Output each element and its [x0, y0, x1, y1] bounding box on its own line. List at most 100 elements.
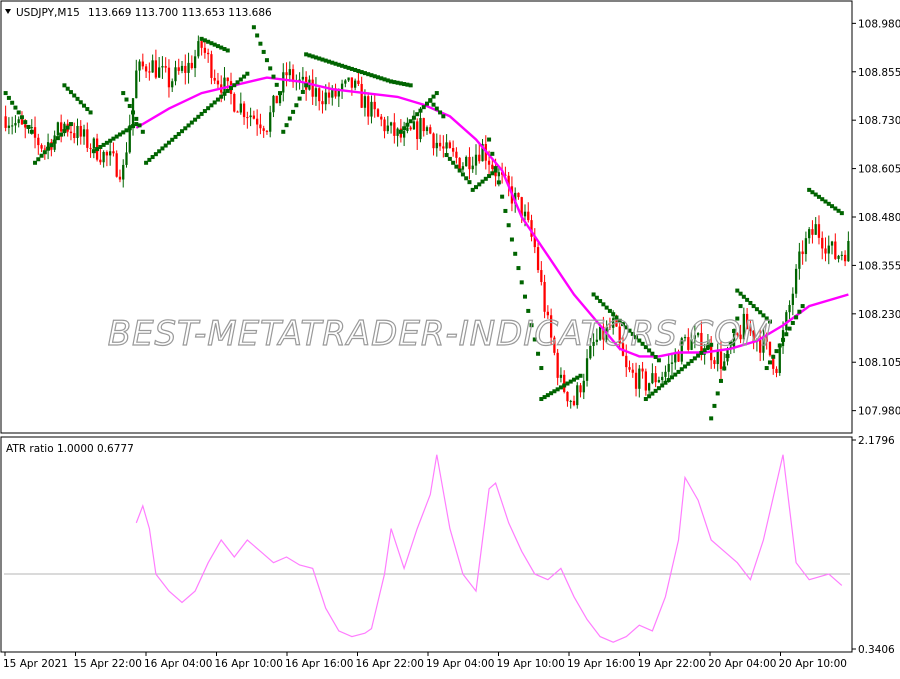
sub-panel-frame[interactable]: [0, 436, 853, 653]
psar-dot: [509, 237, 514, 242]
price-tick-label: 108.855: [858, 67, 900, 79]
candle-body: [834, 241, 837, 259]
psar-dot: [487, 137, 492, 142]
candle-body: [272, 95, 275, 113]
candle-body: [269, 112, 272, 132]
candle-body: [357, 80, 360, 84]
psar-dot: [258, 41, 263, 46]
psar-dot: [124, 97, 129, 102]
chart-canvas[interactable]: BEST-METATRADER-INDICATORS.COM USDJPY,M1…: [0, 0, 900, 675]
time-tick-label: 15 Apr 2021: [3, 658, 68, 670]
candle-body: [491, 164, 494, 169]
candle-body: [20, 119, 24, 125]
candle-body: [37, 137, 40, 146]
candle-body: [527, 211, 530, 221]
candle-body: [167, 67, 171, 88]
candle-body: [474, 154, 478, 166]
psar-dot: [16, 110, 21, 115]
candle-body: [282, 72, 285, 93]
candle-body: [69, 131, 73, 134]
psar-dot: [725, 353, 730, 358]
psar-dot: [55, 136, 60, 141]
candle-body: [837, 255, 840, 259]
price-tick-label: 108.980: [858, 18, 900, 30]
candle-body: [814, 224, 817, 235]
psar-dot: [294, 103, 299, 108]
candle-body: [432, 133, 435, 149]
candle-body: [376, 109, 380, 117]
candle-body: [207, 52, 210, 55]
psar-dot: [42, 150, 47, 155]
candle: [115, 150, 118, 178]
price-tick-label: 108.730: [858, 115, 900, 127]
candle-body: [17, 119, 20, 124]
psar-dot: [790, 320, 795, 325]
psar-dot: [274, 82, 279, 87]
candle: [376, 108, 380, 118]
candle-body: [135, 70, 138, 99]
candle-body: [102, 151, 105, 163]
price-axis: 108.980 108.855 108.730 108.605 108.480 108.3…: [852, 18, 900, 418]
psar-dot: [438, 110, 443, 115]
candle-body: [33, 127, 37, 138]
chart-window: BEST-METATRADER-INDICATORS.COM USDJPY,M1…: [0, 0, 900, 675]
candle-body: [233, 93, 236, 112]
psar-dot: [6, 95, 11, 100]
psar-dot: [444, 153, 449, 158]
candle-body: [187, 62, 190, 73]
candle-body: [246, 117, 249, 119]
candle-body: [409, 127, 412, 130]
candle-body: [363, 96, 367, 108]
psar-dot: [578, 373, 583, 378]
candle-body: [115, 153, 118, 177]
candle-body: [634, 372, 638, 389]
candle-body: [804, 238, 808, 255]
candle-body: [79, 125, 82, 137]
psar-dot: [59, 132, 64, 137]
candle-body: [321, 101, 324, 105]
candle-body: [386, 125, 389, 132]
price-tick-label: 108.230: [858, 309, 900, 321]
psar-dot: [839, 211, 844, 216]
psar-dot: [451, 160, 456, 165]
psar-dot: [787, 326, 792, 331]
psar-dot: [13, 105, 18, 110]
psar-dot: [408, 119, 413, 124]
psar-dot: [434, 106, 439, 111]
candle-body: [350, 77, 354, 88]
price-tick-label: 108.355: [858, 260, 900, 272]
psar-dot: [464, 176, 469, 181]
candle: [233, 92, 236, 113]
psar-dot: [522, 294, 527, 299]
psar-dot: [49, 143, 54, 148]
candle-body: [821, 237, 824, 249]
candle-body: [419, 118, 422, 140]
candle-body: [223, 77, 226, 93]
candle-body: [393, 122, 396, 136]
psar-dot: [134, 116, 139, 121]
candle-body: [641, 368, 644, 372]
candle-body: [801, 251, 804, 255]
candle-body: [213, 77, 216, 81]
psar-dot: [39, 153, 44, 158]
candle-body: [56, 122, 60, 136]
candle-body: [445, 142, 448, 149]
price-tick-label: 108.105: [858, 357, 900, 369]
psar-dot: [264, 58, 269, 63]
candle-body: [843, 254, 847, 262]
psar-dot: [52, 139, 57, 144]
candle-body: [824, 248, 827, 254]
psar-dot: [415, 112, 420, 117]
psar-dot: [431, 94, 436, 99]
psar-dot: [65, 125, 70, 130]
candle-body: [109, 151, 112, 156]
ohlc-label: 113.669 113.700 113.653 113.686: [88, 7, 272, 19]
candle-body: [572, 400, 576, 406]
price-tick-label: 108.605: [858, 164, 900, 176]
candle-body: [664, 371, 667, 377]
psar-dot: [513, 251, 518, 256]
candle-body: [566, 391, 569, 402]
candle-body: [667, 363, 670, 372]
candle-body: [239, 103, 242, 113]
psar-dot: [304, 83, 309, 88]
